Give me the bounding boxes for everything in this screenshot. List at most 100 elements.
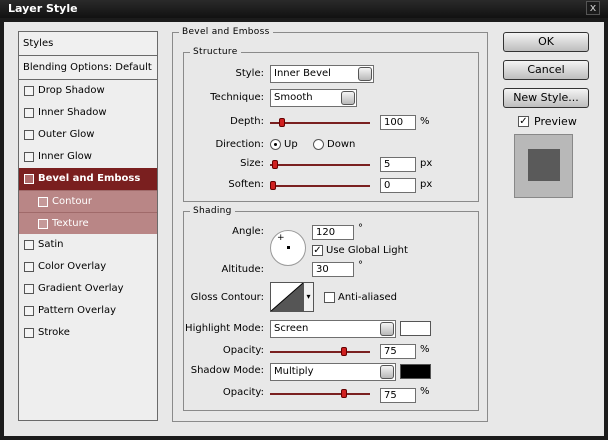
technique-label: Technique: <box>210 92 264 103</box>
shadow-color-swatch[interactable] <box>400 364 431 379</box>
dropdown-arrow-icon <box>380 365 394 379</box>
blending-options-item[interactable]: Blending Options: Default <box>19 56 157 80</box>
direction-label: Direction: <box>215 139 264 150</box>
highlight-opacity-unit: % <box>420 344 430 355</box>
shading-group: Shading Angle: + 120 ° ✓ Use Global Ligh… <box>183 206 479 411</box>
highlight-opacity-input[interactable]: 75 <box>380 344 416 359</box>
altitude-input[interactable]: 30 <box>312 262 354 277</box>
title-bar: Layer Style x <box>0 0 608 18</box>
style-item-label: Stroke <box>38 327 70 338</box>
highlight-opacity-slider-thumb[interactable] <box>340 347 347 356</box>
checkbox-icon[interactable] <box>24 306 34 316</box>
dialog-client: Styles Blending Options: Default Drop Sh… <box>4 22 604 436</box>
highlight-mode-dropdown[interactable]: Screen <box>270 320 396 338</box>
gloss-contour-arrow-icon[interactable]: ▾ <box>304 282 314 312</box>
checkbox-icon[interactable] <box>24 108 34 118</box>
style-item-label: Satin <box>38 239 64 250</box>
cancel-button[interactable]: Cancel <box>503 60 589 80</box>
style-item-label: Inner Shadow <box>38 107 107 118</box>
style-item-label: Drop Shadow <box>38 85 105 96</box>
checkbox-icon[interactable] <box>38 219 48 229</box>
size-unit: px <box>420 158 433 169</box>
style-item-contour[interactable]: Contour <box>19 190 157 212</box>
use-global-light-checkbox[interactable]: ✓ <box>312 245 323 256</box>
shadow-opacity-slider-thumb[interactable] <box>340 389 347 398</box>
depth-slider-thumb[interactable] <box>279 118 286 127</box>
style-item-satin[interactable]: Satin <box>19 234 157 256</box>
style-item-label: Inner Glow <box>38 151 92 162</box>
shadow-mode-value: Multiply <box>274 366 314 377</box>
direction-up-label[interactable]: Up <box>284 139 298 150</box>
shadow-mode-label: Shadow Mode: <box>190 365 264 376</box>
style-item-label: Bevel and Emboss <box>38 173 141 184</box>
style-item-drop-shadow[interactable]: Drop Shadow <box>19 80 157 102</box>
style-item-label: Outer Glow <box>38 129 95 140</box>
new-style-button[interactable]: New Style... <box>503 88 589 108</box>
angle-input[interactable]: 120 <box>312 225 354 240</box>
size-input[interactable]: 5 <box>380 157 416 172</box>
style-item-pattern-overlay[interactable]: Pattern Overlay <box>19 300 157 322</box>
highlight-color-swatch[interactable] <box>400 321 431 336</box>
checkbox-icon[interactable] <box>24 328 34 338</box>
contour-curve-icon <box>270 282 304 312</box>
direction-down-radio[interactable] <box>313 139 324 150</box>
size-slider-track[interactable] <box>270 164 370 166</box>
style-item-gradient-overlay[interactable]: Gradient Overlay <box>19 278 157 300</box>
preview-checkbox[interactable]: ✓ <box>518 116 529 127</box>
style-item-bevel-and-emboss[interactable]: Bevel and Emboss <box>19 168 157 190</box>
style-item-inner-glow[interactable]: Inner Glow <box>19 146 157 168</box>
style-dropdown-value: Inner Bevel <box>274 68 331 79</box>
direction-up-radio[interactable] <box>270 139 281 150</box>
soften-slider-track[interactable] <box>270 185 370 187</box>
style-item-label: Contour <box>52 196 92 207</box>
style-item-outer-glow[interactable]: Outer Glow <box>19 124 157 146</box>
dropdown-arrow-icon <box>380 322 394 336</box>
altitude-unit: ° <box>358 260 363 271</box>
dropdown-arrow-icon <box>341 91 355 105</box>
checkbox-icon[interactable] <box>24 86 34 96</box>
style-item-texture[interactable]: Texture <box>19 212 157 234</box>
preview-label[interactable]: Preview <box>534 115 577 128</box>
style-dropdown[interactable]: Inner Bevel <box>270 65 374 83</box>
ok-button[interactable]: OK <box>503 32 589 52</box>
crosshair-icon: + <box>277 233 285 243</box>
gloss-contour-picker[interactable] <box>270 282 304 312</box>
direction-down-label[interactable]: Down <box>327 139 355 150</box>
highlight-opacity-label: Opacity: <box>222 345 264 356</box>
angle-dot-icon <box>287 246 290 249</box>
highlight-mode-value: Screen <box>274 323 309 334</box>
style-item-inner-shadow[interactable]: Inner Shadow <box>19 102 157 124</box>
anti-aliased-checkbox[interactable] <box>324 292 335 303</box>
highlight-opacity-slider-track[interactable] <box>270 351 370 353</box>
size-slider-thumb[interactable] <box>271 160 278 169</box>
checkbox-icon[interactable] <box>38 197 48 207</box>
preview-swatch <box>528 149 560 181</box>
anti-aliased-label[interactable]: Anti-aliased <box>338 292 397 303</box>
shadow-opacity-input[interactable]: 75 <box>380 388 416 403</box>
style-item-stroke[interactable]: Stroke <box>19 322 157 344</box>
shading-title: Shading <box>190 206 235 216</box>
soften-slider-thumb[interactable] <box>270 181 276 190</box>
depth-input[interactable]: 100 <box>380 115 416 130</box>
checkbox-icon[interactable] <box>24 240 34 250</box>
bevel-and-emboss-group: Bevel and Emboss Structure Style: Inner … <box>172 27 488 422</box>
checkbox-icon[interactable] <box>24 174 34 184</box>
style-item-color-overlay[interactable]: Color Overlay <box>19 256 157 278</box>
styles-header[interactable]: Styles <box>19 32 157 56</box>
checkbox-icon[interactable] <box>24 262 34 272</box>
soften-unit: px <box>420 179 433 190</box>
checkbox-icon[interactable] <box>24 130 34 140</box>
use-global-light-label[interactable]: Use Global Light <box>326 245 408 256</box>
checkbox-icon[interactable] <box>24 152 34 162</box>
shadow-opacity-slider-track[interactable] <box>270 393 370 395</box>
preview-thumbnail <box>514 134 573 198</box>
close-icon[interactable]: x <box>586 1 600 15</box>
soften-input[interactable]: 0 <box>380 178 416 193</box>
technique-dropdown[interactable]: Smooth <box>270 89 357 107</box>
checkbox-icon[interactable] <box>24 284 34 294</box>
style-item-label: Pattern Overlay <box>38 305 117 316</box>
depth-unit: % <box>420 116 430 127</box>
angle-dial[interactable]: + <box>270 230 306 266</box>
soften-label: Soften: <box>228 179 264 190</box>
shadow-mode-dropdown[interactable]: Multiply <box>270 363 396 381</box>
